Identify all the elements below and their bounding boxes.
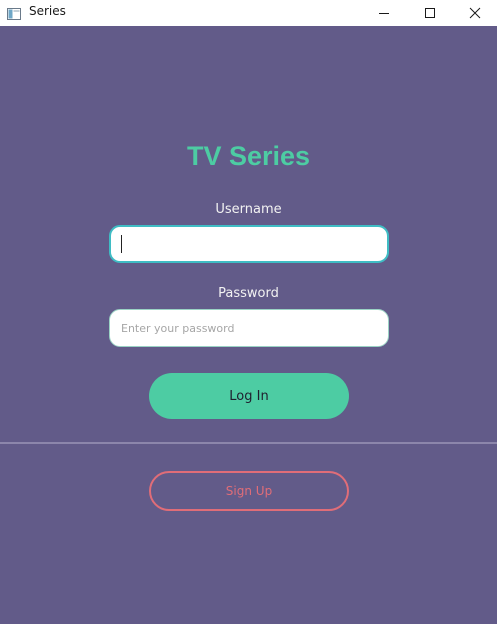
minimize-icon <box>378 7 390 19</box>
minimize-button[interactable] <box>361 0 407 26</box>
username-input[interactable] <box>109 225 389 263</box>
app-window-icon <box>7 5 21 20</box>
login-button[interactable]: Log In <box>149 373 349 419</box>
close-button[interactable] <box>452 0 497 26</box>
page-title: TV Series <box>186 141 311 171</box>
password-label: Password <box>218 286 279 301</box>
text-cursor <box>121 235 122 253</box>
password-input[interactable] <box>109 309 389 347</box>
window-titlebar[interactable]: Series <box>0 0 497 26</box>
window-title: Series <box>29 4 66 18</box>
maximize-icon <box>424 7 436 19</box>
signup-button[interactable]: Sign Up <box>149 471 349 511</box>
divider <box>0 442 497 444</box>
close-icon <box>469 7 481 19</box>
username-label: Username <box>215 202 282 217</box>
maximize-button[interactable] <box>407 0 453 26</box>
